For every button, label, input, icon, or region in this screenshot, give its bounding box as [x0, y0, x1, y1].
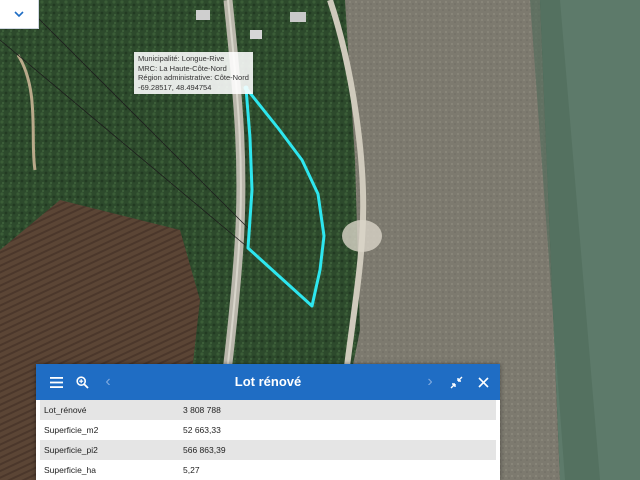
- next-arrow-icon[interactable]: ›: [418, 364, 442, 400]
- collapse-toggle-button[interactable]: [0, 0, 39, 29]
- panel-header: ‹ Lot rénové ›: [36, 364, 500, 400]
- attribute-table: Lot_rénové 3 808 788 Superficie_m2 52 66…: [40, 400, 496, 480]
- tooltip-coordinates: -69.28517, 48.494754: [138, 82, 212, 92]
- building: [290, 12, 306, 22]
- attribute-label: Lot_rénové: [40, 400, 179, 420]
- chevron-down-icon: [14, 11, 24, 18]
- close-icon[interactable]: [471, 364, 495, 400]
- attribute-label: Superficie_ha: [44, 465, 96, 475]
- attribute-value: 3 808 788: [179, 400, 496, 420]
- zoom-to-icon[interactable]: [70, 364, 94, 400]
- table-row: Superficie_ha 5,27: [40, 460, 496, 480]
- attribute-value: 566 863,39: [179, 440, 496, 460]
- attribute-panel: ‹ Lot rénové › Lot_rénové 3 808 788 Supe…: [36, 364, 500, 480]
- tooltip-municipality: Municipalité: Longue-Rive: [138, 54, 225, 63]
- tooltip-region: Région administrative: Côte-Nord: [138, 73, 249, 82]
- menu-icon[interactable]: [44, 364, 68, 400]
- attribute-label: Superficie_m2: [44, 425, 99, 435]
- building: [250, 30, 262, 39]
- location-tooltip: Municipalité: Longue-Rive MRC: La Haute-…: [134, 52, 253, 94]
- attribute-value: 5,27: [183, 465, 200, 475]
- table-row: Lot_rénové 3 808 788: [40, 400, 496, 420]
- attribute-label: Superficie_pi2: [40, 440, 179, 460]
- minimize-icon[interactable]: [444, 364, 468, 400]
- sand-patch: [342, 220, 382, 252]
- building: [196, 10, 210, 20]
- table-row: Superficie_m2 52 663,33: [40, 420, 496, 440]
- prev-arrow-icon[interactable]: ‹: [96, 364, 120, 400]
- table-row: Superficie_pi2 566 863,39: [40, 440, 496, 460]
- tooltip-mrc: MRC: La Haute-Côte-Nord: [138, 63, 227, 73]
- attribute-value: 52 663,33: [183, 425, 221, 435]
